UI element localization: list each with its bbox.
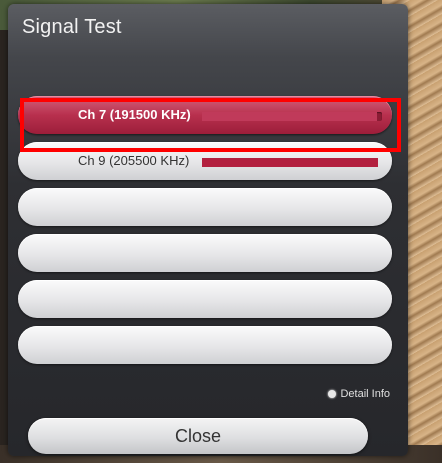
channel-row-empty[interactable] bbox=[18, 188, 392, 226]
selection-highlight-box bbox=[20, 98, 401, 152]
detail-info-label: Detail Info bbox=[340, 388, 390, 400]
circle-button-icon bbox=[328, 390, 337, 398]
channel-row-empty[interactable] bbox=[18, 280, 392, 318]
close-button[interactable]: Close bbox=[28, 418, 368, 454]
detail-info-button[interactable]: Detail Info bbox=[328, 388, 390, 400]
signal-strength-fill bbox=[202, 158, 379, 167]
channel-row-empty[interactable] bbox=[18, 234, 392, 272]
dialog-title: Signal Test bbox=[22, 16, 122, 38]
signal-strength-bar bbox=[202, 158, 382, 167]
channel-label: Ch 9 (205500 KHz) bbox=[78, 153, 190, 168]
channel-row-empty[interactable] bbox=[18, 326, 392, 364]
